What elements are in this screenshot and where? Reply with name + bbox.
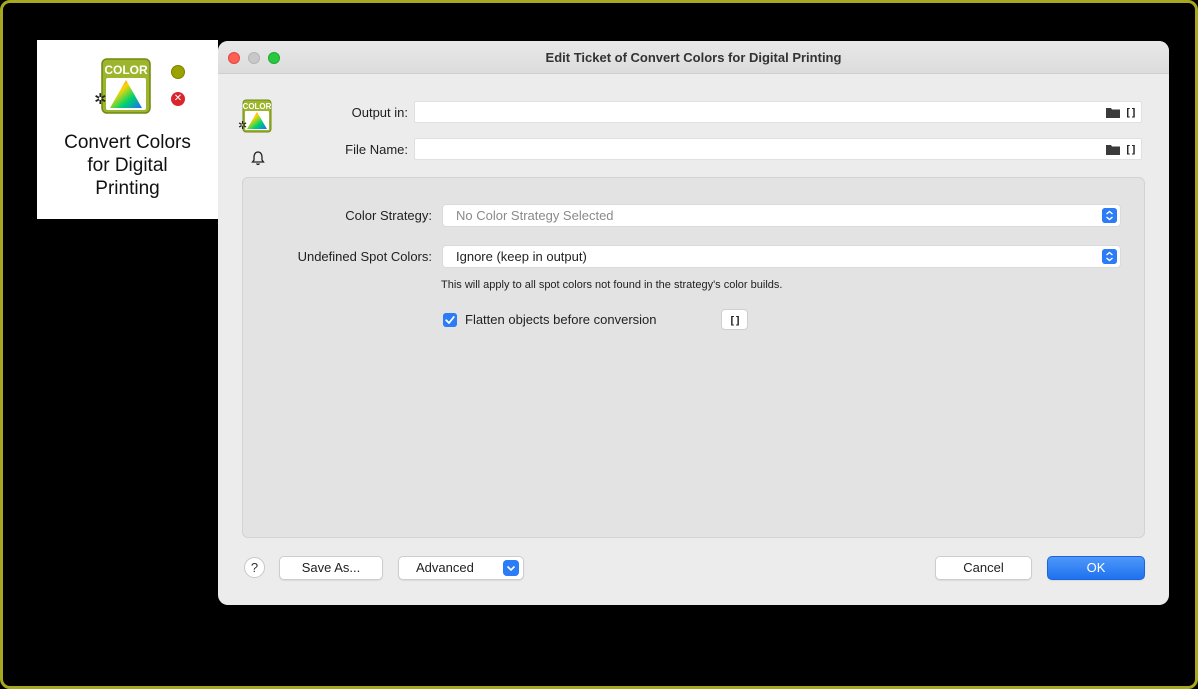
chevron-down-icon — [503, 560, 519, 576]
settings-panel: Color Strategy: No Color Strategy Select… — [242, 177, 1145, 538]
svg-text:COLOR: COLOR — [243, 102, 272, 111]
title-bar[interactable]: Edit Ticket of Convert Colors for Digita… — [218, 41, 1169, 74]
color-icon: COLOR — [101, 58, 151, 114]
tile-title-line: Convert Colors — [64, 132, 191, 153]
color-strategy-select[interactable]: No Color Strategy Selected — [442, 204, 1121, 227]
flatten-label[interactable]: Flatten objects before conversion — [465, 312, 657, 327]
tile-title-line: for Digital — [87, 155, 168, 176]
chevron-updown-icon — [1102, 208, 1117, 223]
advanced-label: Advanced — [416, 560, 474, 575]
tile-title-line: Printing — [95, 178, 160, 199]
bracket-icon[interactable]: [] — [1125, 143, 1137, 156]
folder-icon[interactable] — [1105, 144, 1120, 155]
spot-colors-hint: This will apply to all spot colors not f… — [441, 279, 783, 291]
color-strategy-value: No Color Strategy Selected — [456, 208, 614, 223]
tile-title: Convert Colors for Digital Printing — [37, 131, 218, 200]
gear-icon: ✲ — [238, 119, 248, 132]
output-in-field[interactable]: [] — [414, 101, 1142, 123]
help-button[interactable]: ? — [244, 557, 265, 578]
window-title: Edit Ticket of Convert Colors for Digita… — [545, 50, 842, 65]
advanced-button[interactable]: Advanced — [398, 556, 524, 580]
svg-text:COLOR: COLOR — [104, 63, 148, 77]
save-as-button[interactable]: Save As... — [279, 556, 383, 580]
ok-button[interactable]: OK — [1047, 556, 1145, 580]
bracket-icon[interactable]: [] — [1125, 106, 1137, 119]
bell-icon[interactable] — [251, 150, 265, 166]
output-in-label: Output in: — [351, 105, 408, 120]
file-name-label: File Name: — [345, 142, 408, 157]
undefined-spot-colors-value: Ignore (keep in output) — [456, 249, 587, 264]
undefined-spot-colors-select[interactable]: Ignore (keep in output) — [442, 245, 1121, 268]
folder-icon[interactable] — [1105, 107, 1120, 118]
flatten-checkbox[interactable] — [443, 313, 457, 327]
flatten-variable-button[interactable]: [] — [721, 309, 748, 330]
file-name-field[interactable]: [] — [414, 138, 1142, 160]
edit-ticket-dialog: Edit Ticket of Convert Colors for Digita… — [218, 41, 1169, 605]
bracket-icon: [] — [728, 314, 741, 327]
color-strategy-label: Color Strategy: — [345, 208, 432, 223]
cancel-button[interactable]: Cancel — [935, 556, 1032, 580]
undefined-spot-colors-label: Undefined Spot Colors: — [297, 249, 432, 264]
task-tile[interactable]: COLOR ✲ ✕ Convert Colors for Digital Pri… — [37, 40, 218, 219]
status-green-icon — [171, 65, 185, 79]
gear-icon: ✲ — [94, 90, 107, 108]
chevron-updown-icon — [1102, 249, 1117, 264]
error-icon: ✕ — [171, 92, 185, 106]
